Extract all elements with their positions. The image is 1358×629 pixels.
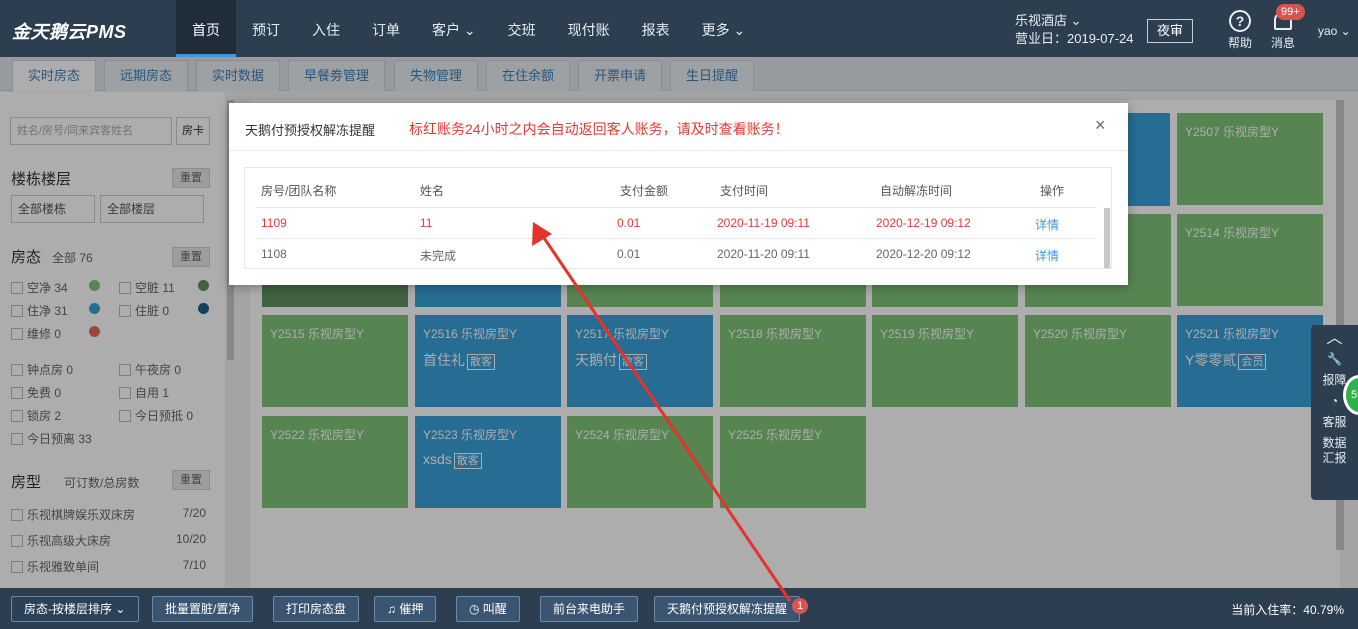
main-nav: 首页 预订 入住 订单 客户 ⌄ 交班 现付账 报表 更多 ⌄ xyxy=(176,0,761,57)
nav-cash-account[interactable]: 现付账 xyxy=(552,0,626,57)
dialog-header: 天鹅付预授权解冻提醒 标红账务24小时之内会自动返回客人账务，请及时查看账务！ … xyxy=(229,103,1128,151)
row-pay-time: 2020-11-19 09:11 xyxy=(717,216,810,230)
unfreeze-reminder-button[interactable]: 天鹅付预授权解冻提醒 xyxy=(654,596,801,622)
hotel-name[interactable]: 乐视酒店 ⌄ xyxy=(1015,12,1134,30)
help-icon: ? xyxy=(1229,10,1251,32)
col-amount: 支付金额 xyxy=(620,184,669,198)
print-room-status-button[interactable]: 打印房态盘 xyxy=(273,596,360,622)
col-unfreeze-time: 自动解冻时间 xyxy=(880,184,953,198)
col-room: 房号/团队名称 xyxy=(261,184,337,198)
wrench-icon: 🔧 xyxy=(1327,352,1342,366)
unfreeze-count-badge: 1 xyxy=(792,598,808,614)
unfreeze-table: 房号/团队名称 姓名 支付金额 支付时间 自动解冻时间 操作 1109 11 0… xyxy=(244,167,1112,269)
unfreeze-reminder-dialog: 天鹅付预授权解冻提醒 标红账务24小时之内会自动返回客人账务，请及时查看账务！ … xyxy=(229,103,1128,285)
row-room: 1108 xyxy=(261,247,287,261)
help-label: 帮助 xyxy=(1227,36,1252,50)
night-audit-button[interactable]: 夜审 xyxy=(1147,19,1193,43)
table-scrollbar[interactable] xyxy=(1104,208,1110,268)
row-amount: 0.01 xyxy=(617,247,641,261)
detail-link[interactable]: 详情 xyxy=(1035,216,1059,233)
batch-dirty-clean-button[interactable]: 批量置脏/置净 xyxy=(152,596,254,622)
wakeup-call-button[interactable]: ◷ 叫醒 xyxy=(456,596,520,622)
close-icon[interactable]: × xyxy=(1095,115,1106,136)
occupancy-rate: 当前入住率：40.79% xyxy=(1231,603,1344,617)
nav-home[interactable]: 首页 xyxy=(176,0,236,57)
app-logo: 金天鹅云PMS xyxy=(12,22,127,42)
messages-label: 消息 xyxy=(1270,36,1295,50)
top-header: 金天鹅云PMS 首页 预订 入住 订单 客户 ⌄ 交班 现付账 报表 更多 ⌄ … xyxy=(0,0,1358,57)
nav-orders[interactable]: 订单 xyxy=(356,0,416,57)
service-button[interactable]: 客服 xyxy=(1311,415,1358,430)
dialog-title: 天鹅付预授权解冻提醒 xyxy=(245,123,376,138)
row-unfreeze-time: 2020-12-19 09:12 xyxy=(876,216,971,230)
business-date: 营业日：2019-07-24 xyxy=(1015,31,1134,46)
front-desk-call-assistant-button[interactable]: 前台来电助手 xyxy=(540,596,639,622)
col-pay-time: 支付时间 xyxy=(720,184,769,198)
deposit-reminder-button[interactable]: ♫ 催押 xyxy=(374,596,437,622)
nav-shift[interactable]: 交班 xyxy=(492,0,552,57)
row-amount: 0.01 xyxy=(617,216,641,230)
row-unfreeze-time: 2020-12-20 09:12 xyxy=(876,247,971,261)
nav-reports[interactable]: 报表 xyxy=(626,0,686,57)
col-action: 操作 xyxy=(1040,184,1065,198)
data-report-button[interactable]: 数据汇报 xyxy=(1311,436,1358,466)
row-divider xyxy=(255,238,1097,239)
hotel-info[interactable]: 乐视酒店 ⌄ 营业日：2019-07-24 xyxy=(1015,12,1134,48)
nav-more[interactable]: 更多 ⌄ xyxy=(686,0,762,57)
row-pay-time: 2020-11-20 09:11 xyxy=(717,247,810,261)
col-name: 姓名 xyxy=(420,184,445,198)
help-button[interactable]: ? 帮助 xyxy=(1225,10,1255,51)
row-room: 1109 xyxy=(261,216,287,230)
nav-customers[interactable]: 客户 ⌄ xyxy=(416,0,492,57)
detail-link[interactable]: 详情 xyxy=(1035,247,1059,264)
header-divider xyxy=(255,207,1097,208)
message-count-badge: 99+ xyxy=(1276,4,1305,20)
nav-booking[interactable]: 预订 xyxy=(236,0,296,57)
row-name: 11 xyxy=(420,216,433,230)
bottom-toolbar: 房态-按楼层排序 ⌄ 批量置脏/置净 打印房态盘 ♫ 催押 ◷ 叫醒 前台来电助… xyxy=(0,588,1358,629)
user-menu[interactable]: yao ⌄ xyxy=(1318,24,1351,38)
nav-checkin[interactable]: 入住 xyxy=(296,0,356,57)
chevron-up-icon[interactable]: ︿ xyxy=(1311,331,1358,347)
dialog-warning: 标红账务24小时之内会自动返回客人账务，请及时查看账务！ xyxy=(409,121,789,137)
row-name: 未完成 xyxy=(420,249,457,263)
sort-select[interactable]: 房态-按楼层排序 ⌄ xyxy=(11,596,139,622)
